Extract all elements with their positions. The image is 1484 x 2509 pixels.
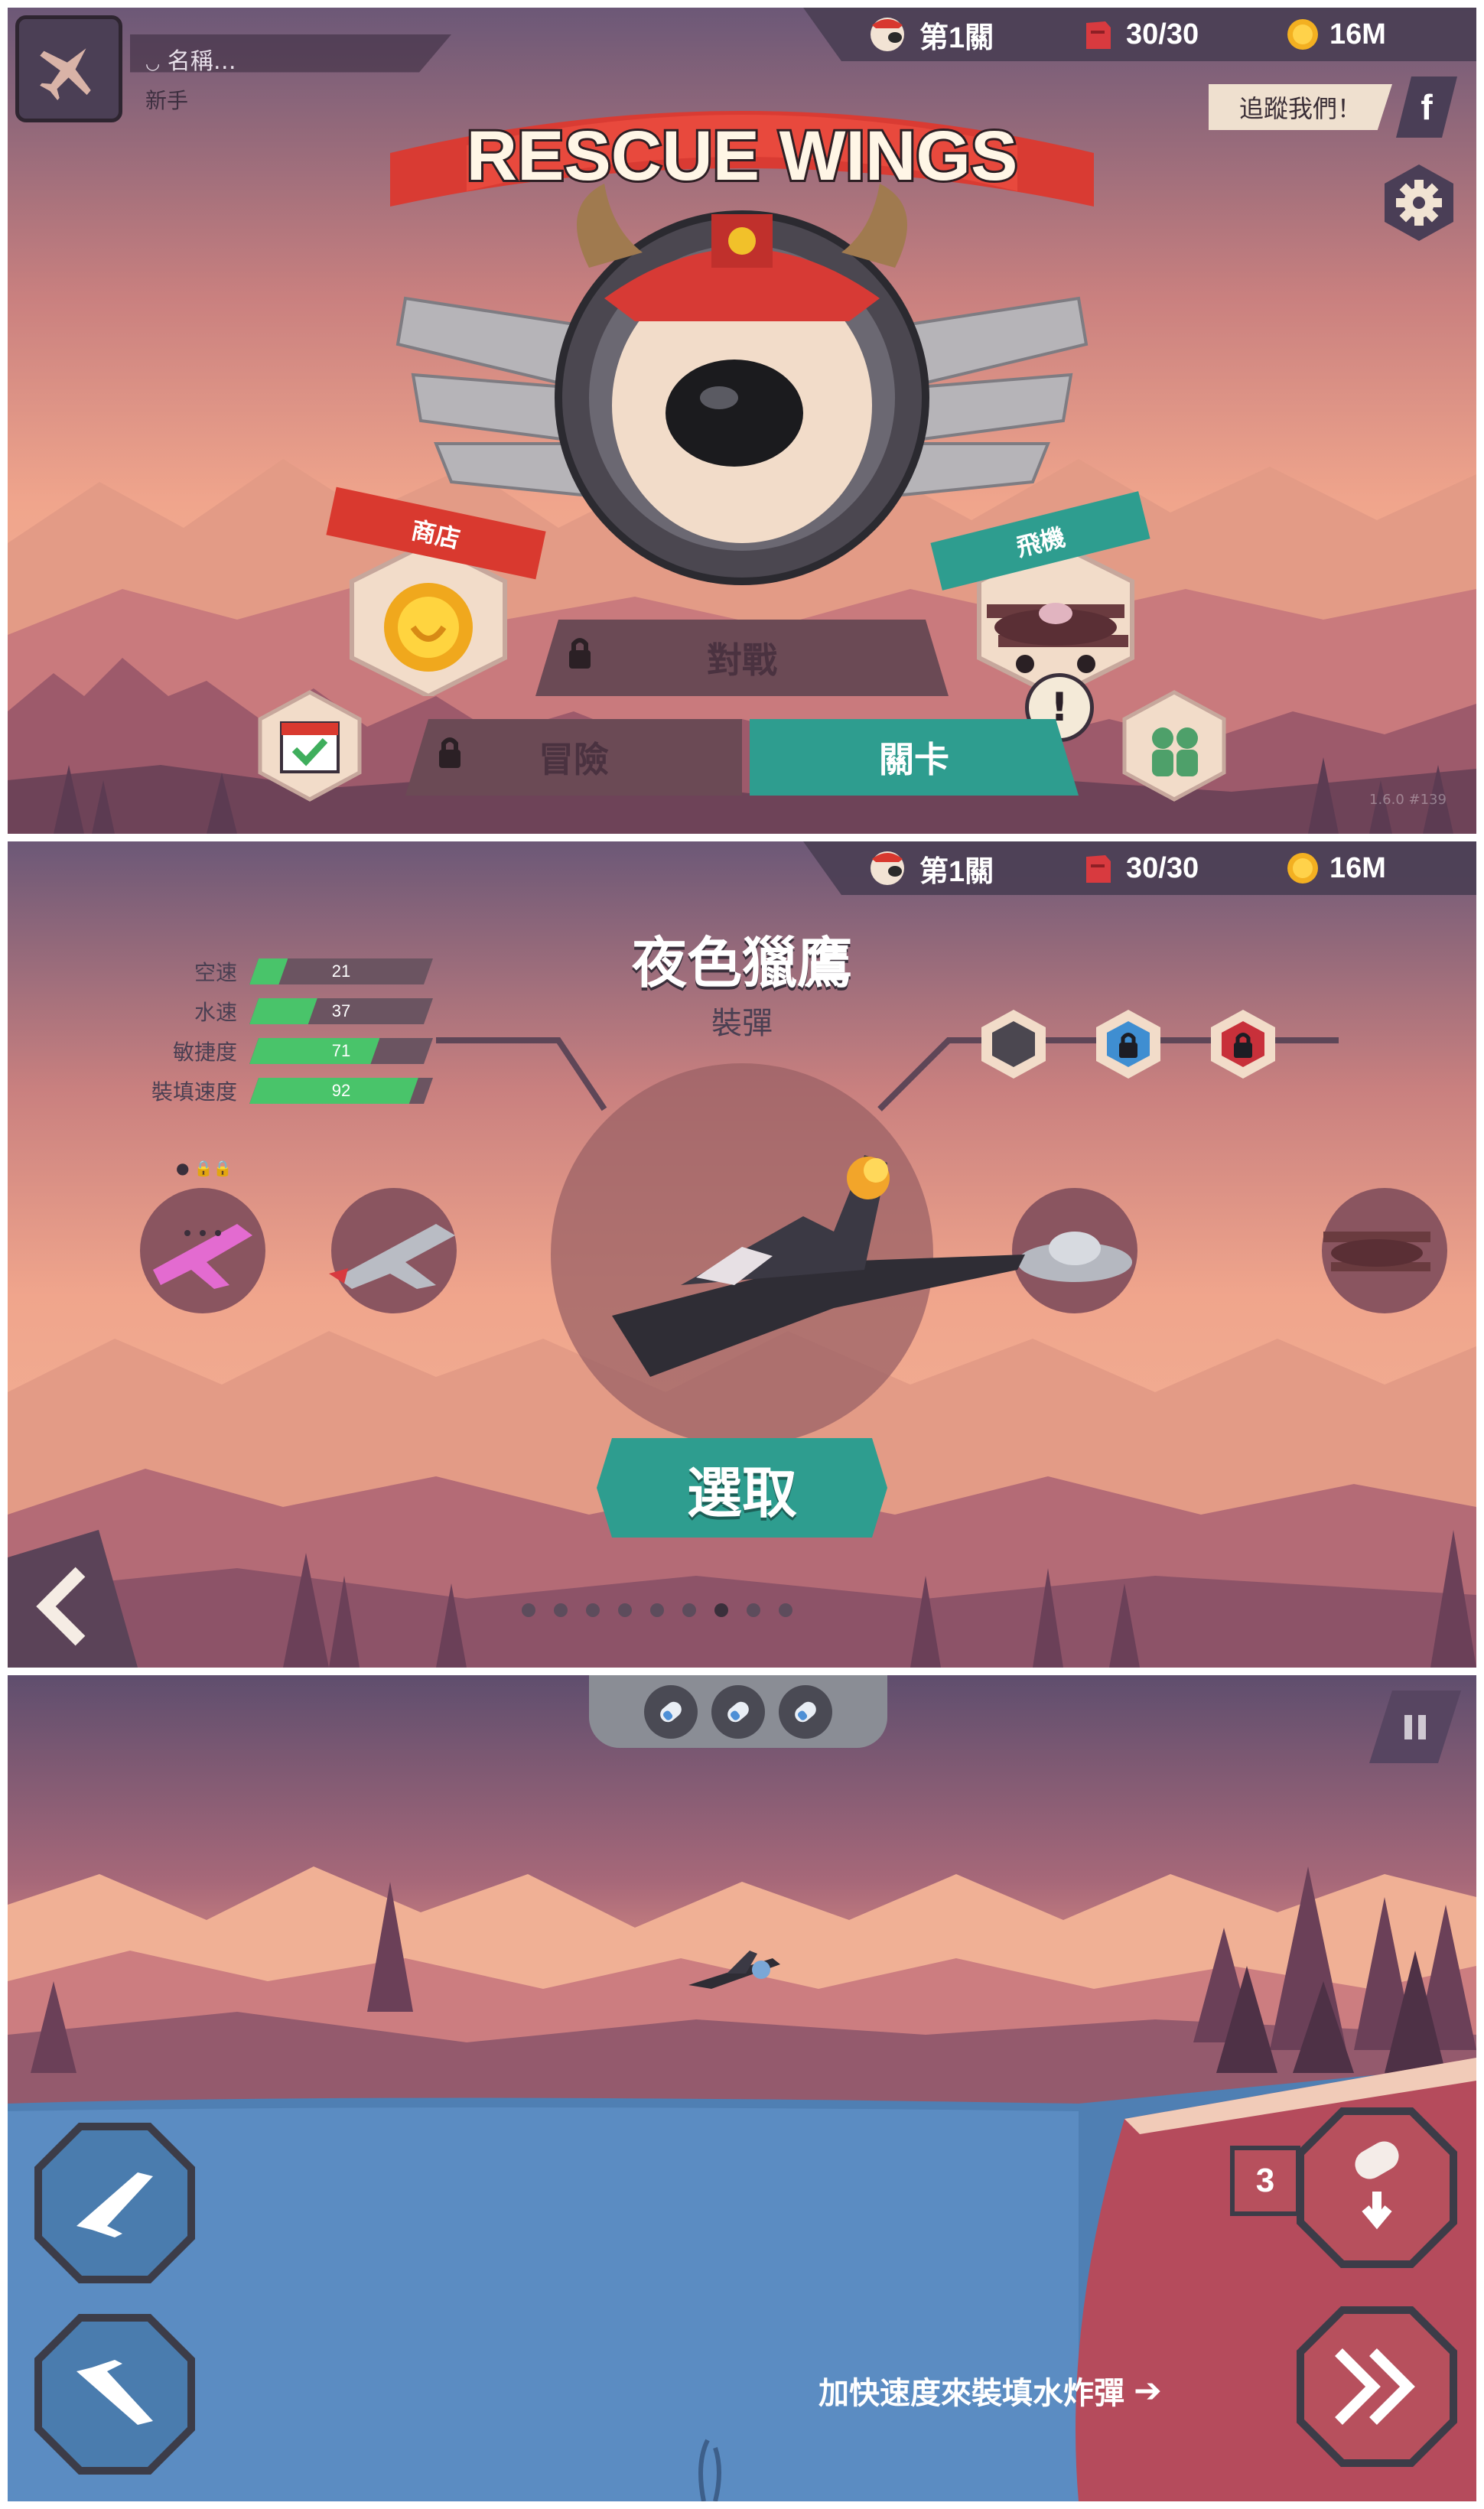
- water-bomb-counter: [589, 1675, 887, 1748]
- page-dot: [522, 1603, 535, 1617]
- plane-silhouette-icon: [40, 48, 91, 101]
- select-label: 選取: [686, 1460, 797, 1525]
- player-avatar[interactable]: [15, 15, 122, 122]
- player-jet: [688, 1951, 780, 1989]
- page-indicator: [8, 1599, 1476, 1622]
- select-button[interactable]: 選取: [597, 1438, 887, 1538]
- grey-jet-option: [329, 1188, 457, 1313]
- page-dot: [747, 1603, 760, 1617]
- follow-us-label: 追蹤我們！: [1238, 94, 1362, 123]
- gameplay-background: [8, 1675, 1476, 2501]
- battle-button[interactable]: 對戰: [535, 620, 949, 696]
- page-dot: [586, 1603, 600, 1617]
- daily-calendar-button[interactable]: [252, 688, 367, 803]
- battle-label: 對戰: [707, 639, 777, 681]
- logo-text: RESCUE WINGS: [467, 117, 1018, 195]
- page-dot: [650, 1603, 664, 1617]
- pause-icon: [1404, 1714, 1426, 1739]
- follow-us-button[interactable]: 追蹤我們！: [1209, 84, 1392, 130]
- water-bomb-icon: [644, 1684, 698, 1739]
- player-rank: 新手: [145, 88, 189, 113]
- dive-button[interactable]: [31, 2310, 199, 2478]
- climb-button[interactable]: [31, 2119, 199, 2287]
- page-dot: [682, 1603, 696, 1617]
- ufo-option: [1012, 1188, 1137, 1313]
- water-bomb-icon: [779, 1684, 832, 1739]
- coin-indicator: 16M: [1285, 8, 1386, 61]
- player-name: ◡ 名稱…: [145, 48, 236, 75]
- plane-select-screen: 第1關 30/30 16M 夜色獵鷹 裝彈 空速 21 水速 37 敏捷度 71: [8, 841, 1476, 1668]
- version-label: 1.6.0 #139: [1369, 792, 1447, 808]
- gameplay-screen: 3 加快速度來裝填水炸彈 ➔: [8, 1675, 1476, 2501]
- friends-button[interactable]: [1117, 688, 1232, 803]
- fuel-can-icon: [1086, 21, 1111, 49]
- coin-icon: [1287, 19, 1318, 50]
- plane-option-locks: ● 🔒🔒: [176, 1159, 233, 1177]
- level-indicator: 第1關: [864, 8, 994, 61]
- pink-jet-option: [140, 1188, 265, 1313]
- planes-label: 飛機: [1013, 522, 1069, 563]
- biplane-option: [1322, 1188, 1447, 1313]
- water-bomb-icon: [711, 1684, 765, 1739]
- levels-button[interactable]: 關卡: [750, 719, 1079, 796]
- levels-label: 關卡: [879, 739, 949, 780]
- lock-icon: [566, 636, 594, 664]
- shop-label: 商店: [408, 515, 463, 555]
- drop-bomb-button[interactable]: [1293, 2104, 1461, 2272]
- rank-wings-icon: ◡: [145, 54, 161, 73]
- page-dot: [714, 1603, 728, 1617]
- dog-pilot-icon: [871, 18, 904, 51]
- speed-hint: 加快速度來裝填水炸彈 ➔: [818, 2371, 1162, 2412]
- lock-icon: [436, 736, 464, 768]
- adventure-button[interactable]: 冒險: [405, 719, 742, 796]
- page-dot: [554, 1603, 568, 1617]
- page-dot: [779, 1603, 792, 1617]
- boost-button[interactable]: [1293, 2302, 1461, 2471]
- adventure-label: 冒險: [539, 739, 609, 780]
- ammo-count: 3: [1230, 2146, 1300, 2216]
- plane-carousel: [140, 1063, 1447, 1446]
- fuel-indicator: 30/30: [1079, 8, 1199, 61]
- main-menu-screen: ◡ 名稱… 新手 第1關 30/30 16M 追蹤我們！ f RESCUE WI…: [8, 8, 1476, 834]
- page-dot: [618, 1603, 632, 1617]
- arrow-right-icon: ➔: [1134, 2371, 1162, 2410]
- gear-icon[interactable]: [1377, 161, 1461, 245]
